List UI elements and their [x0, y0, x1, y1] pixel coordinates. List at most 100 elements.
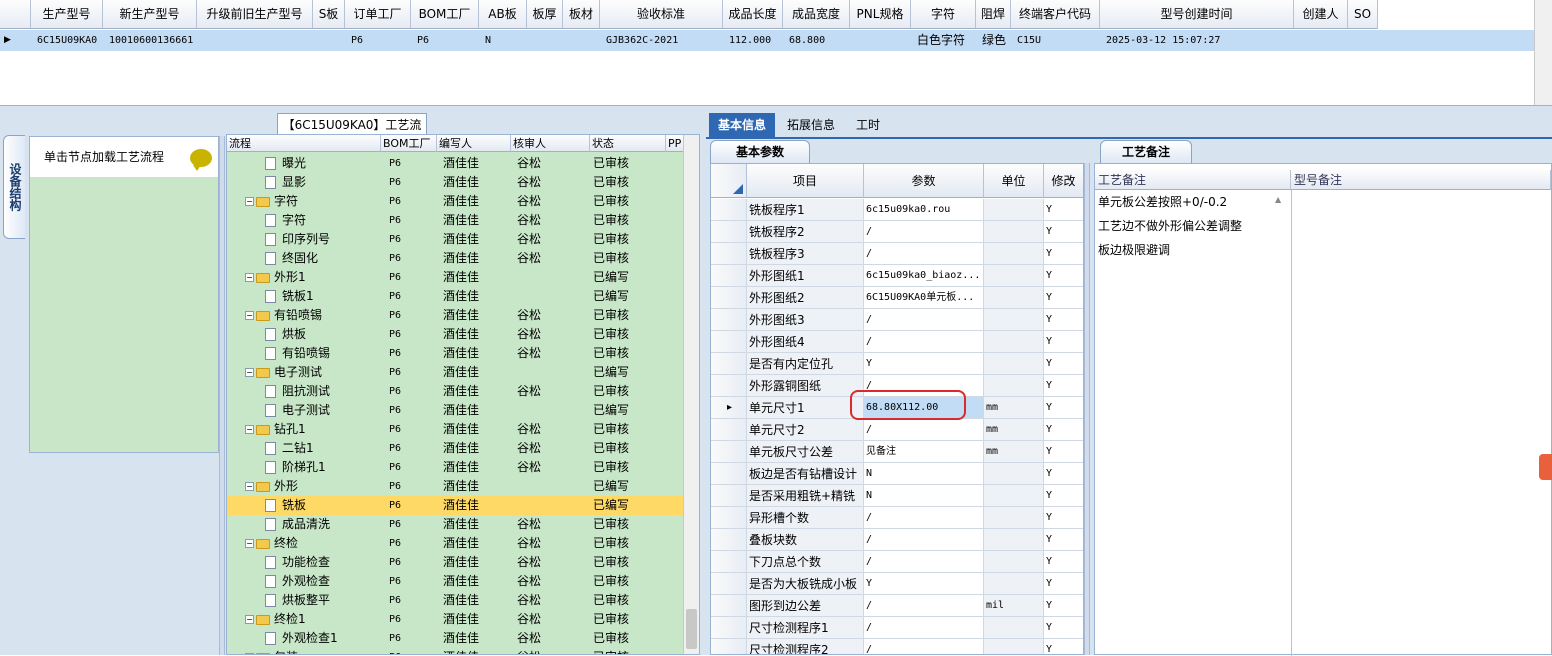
params-row[interactable]: 板边是否有钻槽设计 N Y: [711, 463, 1083, 485]
model-grid-col-header[interactable]: PNL规格: [850, 0, 911, 29]
tab-basic-info[interactable]: 基本信息: [709, 113, 776, 137]
params-param[interactable]: 6c15u09ka0.rou: [864, 199, 984, 221]
flow-col-header[interactable]: 流程: [227, 135, 381, 152]
params-row[interactable]: 下刀点总个数 / Y: [711, 551, 1083, 573]
flow-node[interactable]: 终固化 P6 酒佳佳 谷松 已审核: [227, 249, 683, 268]
model-grid-cell[interactable]: 68.800: [787, 30, 850, 51]
params-row[interactable]: 单元板尺寸公差 见备注 mm Y: [711, 441, 1083, 463]
row-selector[interactable]: [711, 617, 747, 639]
model-grid-col-header[interactable]: 成品长度: [723, 0, 783, 29]
flow-node[interactable]: 阶梯孔1 P6 酒佳佳 谷松 已审核: [227, 458, 683, 477]
flow-node[interactable]: 成品清洗 P6 酒佳佳 谷松 已审核: [227, 515, 683, 534]
model-grid-cell[interactable]: 2025-03-12 15:07:27: [1104, 30, 1294, 51]
flow-node[interactable]: 有铅喷锡 P6 酒佳佳 谷松 已审核: [227, 344, 683, 363]
collapse-icon[interactable]: −: [245, 539, 254, 548]
model-grid-cell[interactable]: [567, 30, 600, 51]
params-param[interactable]: /: [864, 221, 984, 243]
floating-badge-icon[interactable]: [1539, 454, 1552, 480]
model-grid-cell[interactable]: 白色字符: [915, 30, 976, 51]
model-grid-col-header[interactable]: 生产型号: [31, 0, 103, 29]
params-param[interactable]: /: [864, 529, 984, 551]
tab-basic-params[interactable]: 基本参数: [710, 140, 810, 163]
params-param[interactable]: /: [864, 595, 984, 617]
collapse-icon[interactable]: −: [245, 615, 254, 624]
flow-node[interactable]: 印序列号 P6 酒佳佳 谷松 已审核: [227, 230, 683, 249]
params-param[interactable]: Y: [864, 573, 984, 595]
model-grid-cell[interactable]: GJB362C-2021: [604, 30, 723, 51]
load-flow-hint[interactable]: 单击节点加载工艺流程: [30, 137, 218, 177]
model-grid-col-header[interactable]: 板材: [563, 0, 600, 29]
params-row[interactable]: 是否有内定位孔 Y Y: [711, 353, 1083, 375]
params-col-header[interactable]: 参数: [864, 164, 984, 198]
row-selector[interactable]: [711, 595, 747, 617]
model-grid-col-header[interactable]: S板: [313, 0, 345, 29]
row-selector[interactable]: [711, 419, 747, 441]
row-selector[interactable]: [711, 573, 747, 595]
model-grid-cell[interactable]: P6: [415, 30, 479, 51]
params-row[interactable]: 图形到边公差 / mil Y: [711, 595, 1083, 617]
flow-node[interactable]: 字符 P6 酒佳佳 谷松 已审核: [227, 211, 683, 230]
flow-node[interactable]: − 钻孔1 P6 酒佳佳 谷松 已审核: [227, 420, 683, 439]
row-selector[interactable]: [711, 507, 747, 529]
params-param[interactable]: /: [864, 243, 984, 265]
params-row[interactable]: 叠板块数 / Y: [711, 529, 1083, 551]
collapse-icon[interactable]: −: [245, 368, 254, 377]
flow-node[interactable]: − 终检 P6 酒佳佳 谷松 已审核: [227, 534, 683, 553]
flow-node[interactable]: 铣板 P6 酒佳佳 已编写: [227, 496, 683, 515]
row-selector[interactable]: ▸: [711, 397, 747, 419]
flow-node[interactable]: 烘板 P6 酒佳佳 谷松 已审核: [227, 325, 683, 344]
params-param[interactable]: 见备注: [864, 441, 984, 463]
model-grid-cell[interactable]: [1352, 30, 1378, 51]
model-grid-cell[interactable]: 10010600136661: [107, 30, 197, 51]
row-selector[interactable]: [711, 375, 747, 397]
model-grid-col-header[interactable]: 验收标准: [600, 0, 723, 29]
collapse-icon[interactable]: −: [245, 197, 254, 206]
params-col-header[interactable]: 单位: [984, 164, 1044, 198]
model-grid-scrollbar[interactable]: [1534, 0, 1552, 105]
model-grid-cell[interactable]: 绿色: [980, 30, 1011, 51]
model-grid-col-header[interactable]: 升级前旧生产型号: [197, 0, 313, 29]
flow-node[interactable]: − 终检1 P6 酒佳佳 谷松 已审核: [227, 610, 683, 629]
collapse-icon[interactable]: −: [245, 482, 254, 491]
flow-node[interactable]: 电子测试 P6 酒佳佳 已编写: [227, 401, 683, 420]
model-grid-cell[interactable]: [317, 30, 345, 51]
model-grid-col-header[interactable]: 终端客户代码: [1011, 0, 1100, 29]
flow-node[interactable]: − 电子测试 P6 酒佳佳 已编写: [227, 363, 683, 382]
params-param[interactable]: 6c15u09ka0_biaoz...: [864, 265, 984, 287]
row-selector[interactable]: [711, 199, 747, 221]
model-grid-cell[interactable]: C15U: [1015, 30, 1100, 51]
row-selector[interactable]: [711, 551, 747, 573]
params-row[interactable]: 异形槽个数 / Y: [711, 507, 1083, 529]
params-row[interactable]: 是否采用粗铣+精铣 N Y: [711, 485, 1083, 507]
model-grid-col-header[interactable]: SO: [1348, 0, 1378, 29]
tab-work-hours[interactable]: 工时: [847, 113, 889, 137]
flow-node[interactable]: 二钻1 P6 酒佳佳 谷松 已审核: [227, 439, 683, 458]
params-row[interactable]: 铣板程序2/ Y: [711, 221, 1083, 243]
flow-col-header[interactable]: BOM工厂: [381, 135, 437, 152]
flow-node[interactable]: 外观检查1 P6 酒佳佳 谷松 已审核: [227, 629, 683, 648]
model-grid-cell[interactable]: 112.000: [727, 30, 783, 51]
flow-node[interactable]: 显影 P6 酒佳佳 谷松 已审核: [227, 173, 683, 192]
params-param[interactable]: /: [864, 419, 984, 441]
model-grid-cell[interactable]: [854, 30, 911, 51]
tab-process-remarks[interactable]: 工艺备注: [1100, 140, 1192, 163]
model-grid-col-header[interactable]: 阻焊: [976, 0, 1011, 29]
params-row[interactable]: 尺寸检测程序2/ Y: [711, 639, 1083, 654]
flow-col-header[interactable]: 编写人: [437, 135, 511, 152]
model-grid-cell[interactable]: [1298, 30, 1348, 51]
row-selector[interactable]: [711, 463, 747, 485]
flow-node[interactable]: 曝光 P6 酒佳佳 谷松 已审核: [227, 154, 683, 173]
collapse-icon[interactable]: −: [245, 273, 254, 282]
row-selector[interactable]: [711, 221, 747, 243]
right-splitter[interactable]: [1084, 163, 1090, 655]
flow-scroll-thumb[interactable]: [686, 609, 697, 649]
model-grid-col-header[interactable]: 型号创建时间: [1100, 0, 1294, 29]
model-grid-col-header[interactable]: AB板: [479, 0, 527, 29]
params-param[interactable]: N: [864, 485, 984, 507]
params-row[interactable]: 铣板程序1 6c15u09ka0.rou Y: [711, 199, 1083, 221]
row-selector[interactable]: [711, 639, 747, 654]
flow-node[interactable]: 功能检查 P6 酒佳佳 谷松 已审核: [227, 553, 683, 572]
row-selector[interactable]: [711, 485, 747, 507]
flow-col-header[interactable]: 状态: [590, 135, 666, 152]
flow-scrollbar[interactable]: [683, 135, 699, 654]
